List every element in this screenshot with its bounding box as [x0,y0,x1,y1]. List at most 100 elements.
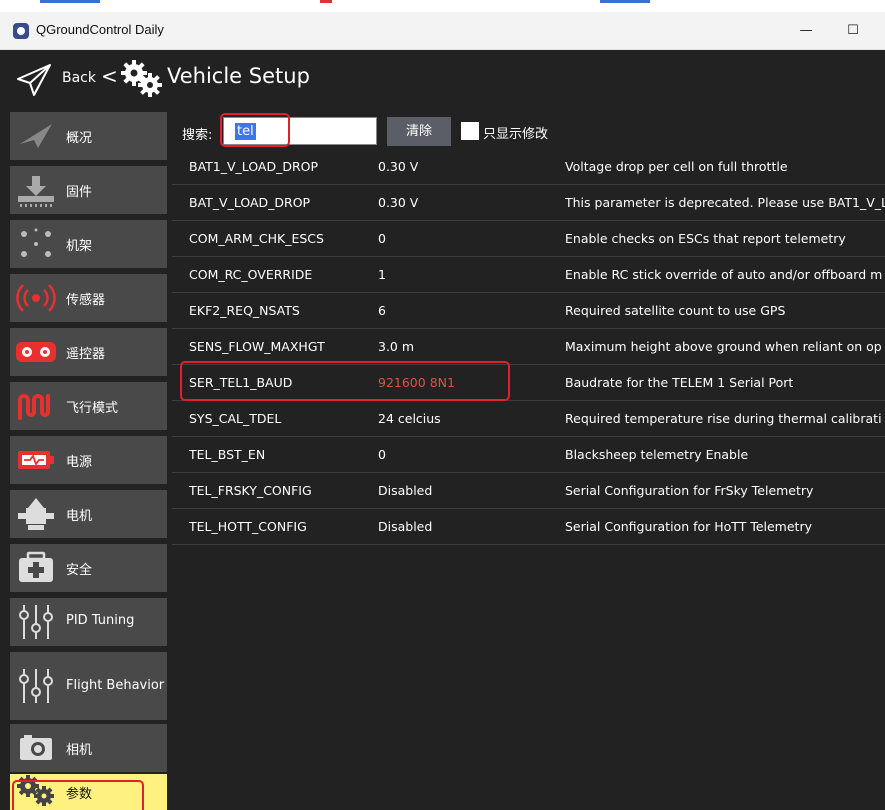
app-logo-icon [13,23,29,39]
minimize-button[interactable]: — [783,18,829,44]
background-desktop-strip [0,0,885,12]
sidebar-item-flight-modes[interactable]: 飞行模式 [10,382,167,430]
param-description: Voltage drop per cell on full throttle [565,159,788,174]
param-description: Required satellite count to use GPS [565,303,786,318]
param-description: Enable RC stick override of auto and/or … [565,267,883,282]
sidebar-item-safety[interactable]: 安全 [10,544,167,592]
param-value: 1 [378,267,386,282]
sidebar-item-label: 飞行模式 [66,401,119,416]
title-bar: QGroundControl Daily — ☐ [0,12,885,50]
param-name: BAT_V_LOAD_DROP [189,195,311,210]
param-name: SENS_FLOW_MAXHGT [189,339,325,354]
camera-icon [20,735,52,760]
param-description: Serial Configuration for FrSky Telemetry [565,483,814,498]
param-name: SYS_CAL_TDEL [189,411,282,426]
param-name: SER_TEL1_BAUD [189,375,293,390]
app-window: QGroundControl Daily — ☐ Back < Vehicle … [0,12,885,810]
param-value: 24 celcius [378,411,441,426]
table-row[interactable]: EKF2_REQ_NSATS 6 Required satellite coun… [172,293,885,329]
sidebar-item-label: 安全 [66,563,93,578]
table-row[interactable]: BAT1_V_LOAD_DROP 0.30 V Voltage drop per… [172,149,885,185]
param-value: 0 [378,231,386,246]
sidebar-item-flight-behavior[interactable]: Flight Behavior [10,652,167,720]
plane-icon [20,124,52,148]
sidebar-item-summary[interactable]: 概况 [10,112,167,160]
maximize-button[interactable]: ☐ [830,18,876,44]
param-value: 0.30 V [378,195,419,210]
param-description: Blacksheep telemetry Enable [565,447,749,462]
param-name: COM_ARM_CHK_ESCS [189,231,324,246]
param-name: TEL_HOTT_CONFIG [189,519,307,534]
table-row[interactable]: TEL_BST_EN 0 Blacksheep telemetry Enable [172,437,885,473]
back-separator: < [101,64,118,88]
param-description: Serial Configuration for HoTT Telemetry [565,519,812,534]
window-title: QGroundControl Daily [36,22,164,37]
sidebar-item-label: Flight Behavior [66,678,165,693]
param-name: EKF2_REQ_NSATS [189,303,300,318]
page-title: Vehicle Setup [167,64,310,88]
param-description: Baudrate for the TELEM 1 Serial Port [565,375,794,390]
param-value: 921600 8N1 [378,375,455,390]
param-value: 0 [378,447,386,462]
table-row[interactable]: COM_RC_OVERRIDE 1 Enable RC stick overri… [172,257,885,293]
param-description: Enable checks on ESCs that report teleme… [565,231,846,246]
show-modified-checkbox[interactable] [461,122,479,140]
sidebar-item-parameters[interactable]: 参数 [10,774,167,810]
param-name: TEL_FRSKY_CONFIG [189,483,312,498]
sidebar-item-label: PID Tuning [66,613,135,628]
setup-toolbar: Back < Vehicle Setup [0,50,885,110]
motors-icon [18,498,54,530]
sidebar-item-sensors[interactable]: 传感器 [10,274,167,322]
sidebar-item-label: 参数 [66,787,93,802]
search-input[interactable]: tel [223,117,377,145]
table-row[interactable]: TEL_HOTT_CONFIG Disabled Serial Configur… [172,509,885,545]
tuning-sliders-icon [19,605,53,639]
battery-icon [18,451,54,469]
table-row[interactable]: BAT_V_LOAD_DROP 0.30 V This parameter is… [172,185,885,221]
sidebar-item-airframe[interactable]: 机架 [10,220,167,268]
sidebar-item-label: 机架 [66,239,93,254]
back-label[interactable]: Back [62,70,96,86]
sidebar-item-label: 电机 [66,509,93,524]
sensors-icon [16,284,56,312]
table-row[interactable]: SYS_CAL_TDEL 24 celcius Required tempera… [172,401,885,437]
param-name: TEL_BST_EN [189,447,266,462]
param-value: Disabled [378,483,433,498]
param-value: 3.0 m [378,339,415,354]
flight-modes-icon [18,394,50,420]
param-name: BAT1_V_LOAD_DROP [189,159,319,174]
behavior-sliders-icon [19,669,53,703]
sidebar-item-label: 概况 [66,131,93,146]
radio-icon [16,342,56,362]
sidebar-item-power[interactable]: 电源 [10,436,167,484]
sidebar-item-label: 遥控器 [66,347,106,362]
table-row-modified[interactable]: SER_TEL1_BAUD 921600 8N1 Baudrate for th… [172,361,885,401]
sidebar-item-motors[interactable]: 电机 [10,490,167,538]
safety-icon [19,551,53,582]
param-description: This parameter is deprecated. Please use… [565,195,885,210]
sidebar-item-firmware[interactable]: 固件 [10,166,167,214]
sidebar-item-pid-tuning[interactable]: PID Tuning [10,598,167,646]
show-modified-label: 只显示修改 [483,127,549,142]
search-label: 搜索: [182,128,213,143]
param-value: Disabled [378,519,433,534]
setup-sidebar: 概况 固件 机架 传感器 遥控器 飞行模式 电源 电机 安全 PID Tunin… [0,110,172,810]
sidebar-item-label: 固件 [66,185,93,200]
parameters-panel: 搜索: tel 清除 只显示修改 BAT1_V_LOAD_DROP 0.30 V… [172,110,885,810]
parameter-table: BAT1_V_LOAD_DROP 0.30 V Voltage drop per… [172,149,885,545]
sidebar-item-camera[interactable]: 相机 [10,724,167,772]
param-name: COM_RC_OVERRIDE [189,267,313,282]
search-input-value: tel [235,123,256,140]
firmware-download-icon [18,176,54,207]
sidebar-item-label: 相机 [66,743,93,758]
sidebar-item-radio[interactable]: 遥控器 [10,328,167,376]
parameters-gears-icon [17,775,54,806]
sidebar-item-label: 传感器 [66,293,106,308]
table-row[interactable]: TEL_FRSKY_CONFIG Disabled Serial Configu… [172,473,885,509]
table-row[interactable]: COM_ARM_CHK_ESCS 0 Enable checks on ESCs… [172,221,885,257]
table-row[interactable]: SENS_FLOW_MAXHGT 3.0 m Maximum height ab… [172,329,885,365]
param-value: 0.30 V [378,159,419,174]
param-description: Maximum height above ground when reliant… [565,339,882,354]
clear-button[interactable]: 清除 [387,117,451,146]
param-value: 6 [378,303,386,318]
